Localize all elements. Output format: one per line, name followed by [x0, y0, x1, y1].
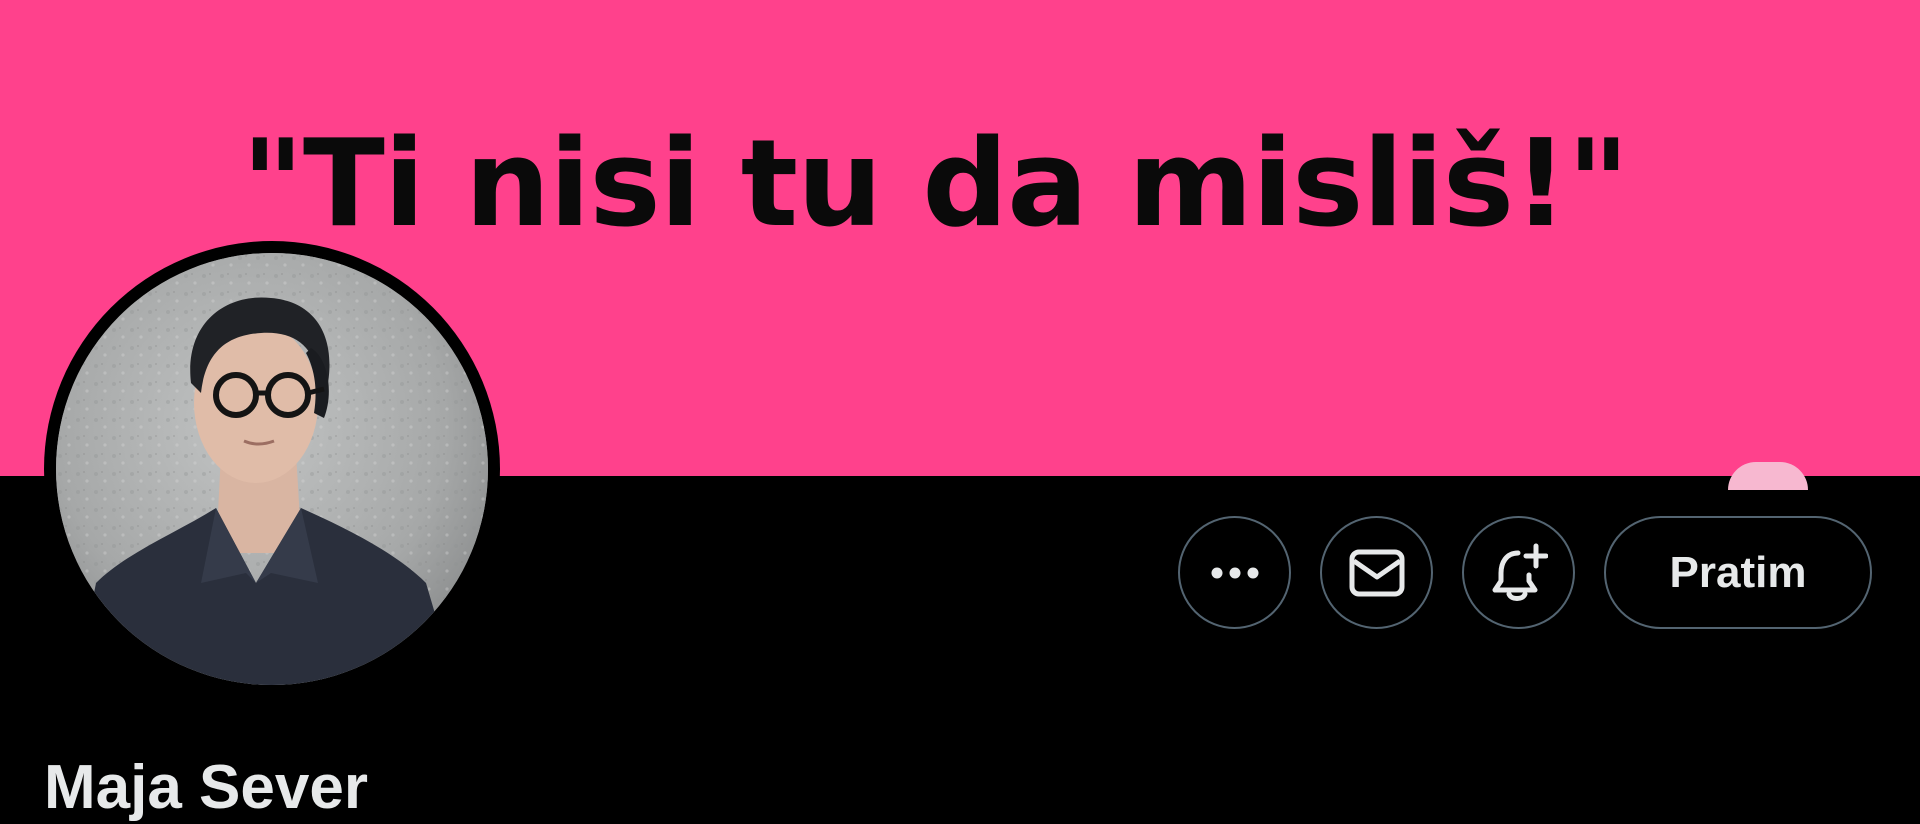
- more-button[interactable]: [1178, 516, 1291, 629]
- profile-page: "Ti nisi tu da misliš!" Pratim Maja Seve…: [0, 0, 1920, 824]
- avatar-photo: [56, 253, 488, 685]
- avatar[interactable]: [56, 253, 488, 685]
- bell-plus-icon: [1492, 543, 1548, 601]
- following-button[interactable]: Pratim: [1604, 516, 1872, 629]
- envelope-icon: [1349, 549, 1404, 596]
- banner-decoration: [1728, 462, 1808, 490]
- banner-text: "Ti nisi tu da misliš!": [241, 115, 1630, 254]
- more-horizontal-icon: [1211, 567, 1258, 578]
- message-button[interactable]: [1320, 516, 1433, 629]
- notification-button[interactable]: [1462, 516, 1575, 629]
- display-name: Maja Sever: [44, 753, 368, 822]
